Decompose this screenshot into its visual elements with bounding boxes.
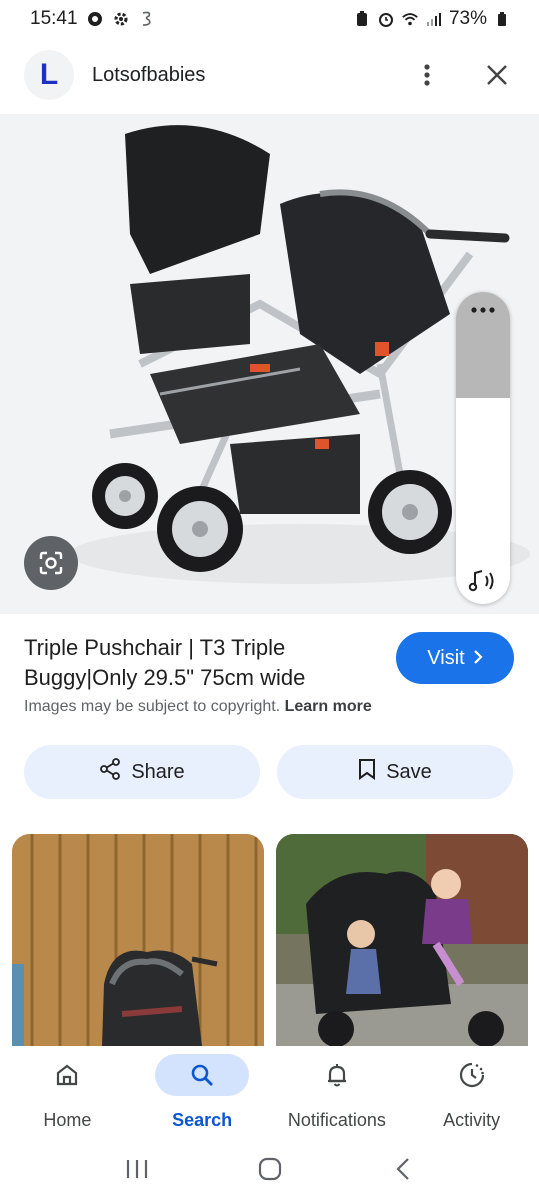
nav-item-activity[interactable]: Activity bbox=[404, 1046, 539, 1138]
side-toolbar-more[interactable] bbox=[456, 292, 510, 398]
battery-saver-icon bbox=[353, 10, 371, 28]
status-time: 15:41 bbox=[30, 8, 78, 29]
recent-apps-icon[interactable] bbox=[117, 1149, 157, 1189]
result-title[interactable]: Triple Pushchair | T3 Triple Buggy|Only … bbox=[24, 633, 364, 693]
home-button-icon[interactable] bbox=[250, 1149, 290, 1189]
learn-more-link[interactable]: Learn more bbox=[285, 698, 372, 715]
header-actions bbox=[409, 57, 515, 93]
nav-item-notifications[interactable]: Notifications bbox=[270, 1046, 405, 1138]
nav-label-notifications: Notifications bbox=[287, 1110, 386, 1130]
lens-button[interactable] bbox=[24, 536, 78, 590]
share-icon bbox=[99, 758, 121, 786]
lens-icon bbox=[39, 551, 63, 575]
audio-icon[interactable] bbox=[456, 568, 510, 594]
visit-label: Visit bbox=[427, 646, 465, 669]
alarm-icon bbox=[377, 10, 395, 28]
more-horiz-icon bbox=[471, 307, 495, 313]
status-right: 73% bbox=[353, 8, 511, 30]
nav-item-home[interactable]: Home bbox=[0, 1046, 135, 1138]
settings-icon bbox=[112, 10, 130, 28]
site-header: L Lotsofbabies bbox=[0, 44, 539, 106]
bottom-nav: Home Search Notifications Activity bbox=[0, 1046, 539, 1138]
related-image-2-illustration bbox=[276, 834, 528, 1046]
signal-icon bbox=[425, 10, 443, 28]
carrier-icon bbox=[138, 10, 156, 28]
copyright-text: Images may be subject to copyright. bbox=[24, 698, 281, 715]
battery-percent: 73% bbox=[448, 8, 487, 29]
wheel-rear bbox=[368, 470, 452, 554]
wheel-front-left bbox=[92, 463, 158, 529]
related-image-2[interactable] bbox=[276, 834, 528, 1046]
system-nav-bar bbox=[0, 1138, 539, 1200]
site-name[interactable]: Lotsofbabies bbox=[92, 64, 205, 87]
logo-letter: L bbox=[39, 58, 59, 91]
related-image-1-illustration bbox=[12, 834, 264, 1046]
copyright-notice: Images may be subject to copyright. Lear… bbox=[24, 698, 372, 716]
nav-label-home: Home bbox=[43, 1110, 92, 1130]
status-bar: 15:41 73% bbox=[0, 0, 539, 38]
nav-label-search: Search bbox=[172, 1110, 233, 1130]
chrome-icon bbox=[86, 10, 104, 28]
bell-icon bbox=[290, 1054, 384, 1096]
battery-icon bbox=[493, 10, 511, 28]
nav-item-search[interactable]: Search bbox=[135, 1046, 270, 1138]
status-left: 15:41 bbox=[30, 8, 156, 30]
search-icon bbox=[155, 1054, 250, 1096]
close-icon[interactable] bbox=[479, 57, 515, 93]
home-icon bbox=[20, 1054, 114, 1096]
share-label: Share bbox=[131, 760, 185, 783]
activity-icon bbox=[425, 1054, 519, 1096]
site-logo: L bbox=[24, 50, 74, 100]
back-icon[interactable] bbox=[383, 1149, 423, 1189]
more-vert-icon[interactable] bbox=[409, 57, 445, 93]
wheel-front-right bbox=[157, 486, 243, 572]
side-toolbar[interactable] bbox=[456, 292, 510, 604]
save-button[interactable]: Save bbox=[277, 745, 513, 799]
bookmark-icon bbox=[358, 758, 376, 786]
nav-label-activity: Activity bbox=[443, 1110, 501, 1130]
visit-button[interactable]: Visit bbox=[396, 632, 514, 684]
save-label: Save bbox=[386, 760, 432, 783]
chevron-right-icon bbox=[473, 647, 483, 670]
wifi-icon bbox=[401, 10, 419, 28]
related-image-1[interactable] bbox=[12, 834, 264, 1046]
share-button[interactable]: Share bbox=[24, 745, 260, 799]
